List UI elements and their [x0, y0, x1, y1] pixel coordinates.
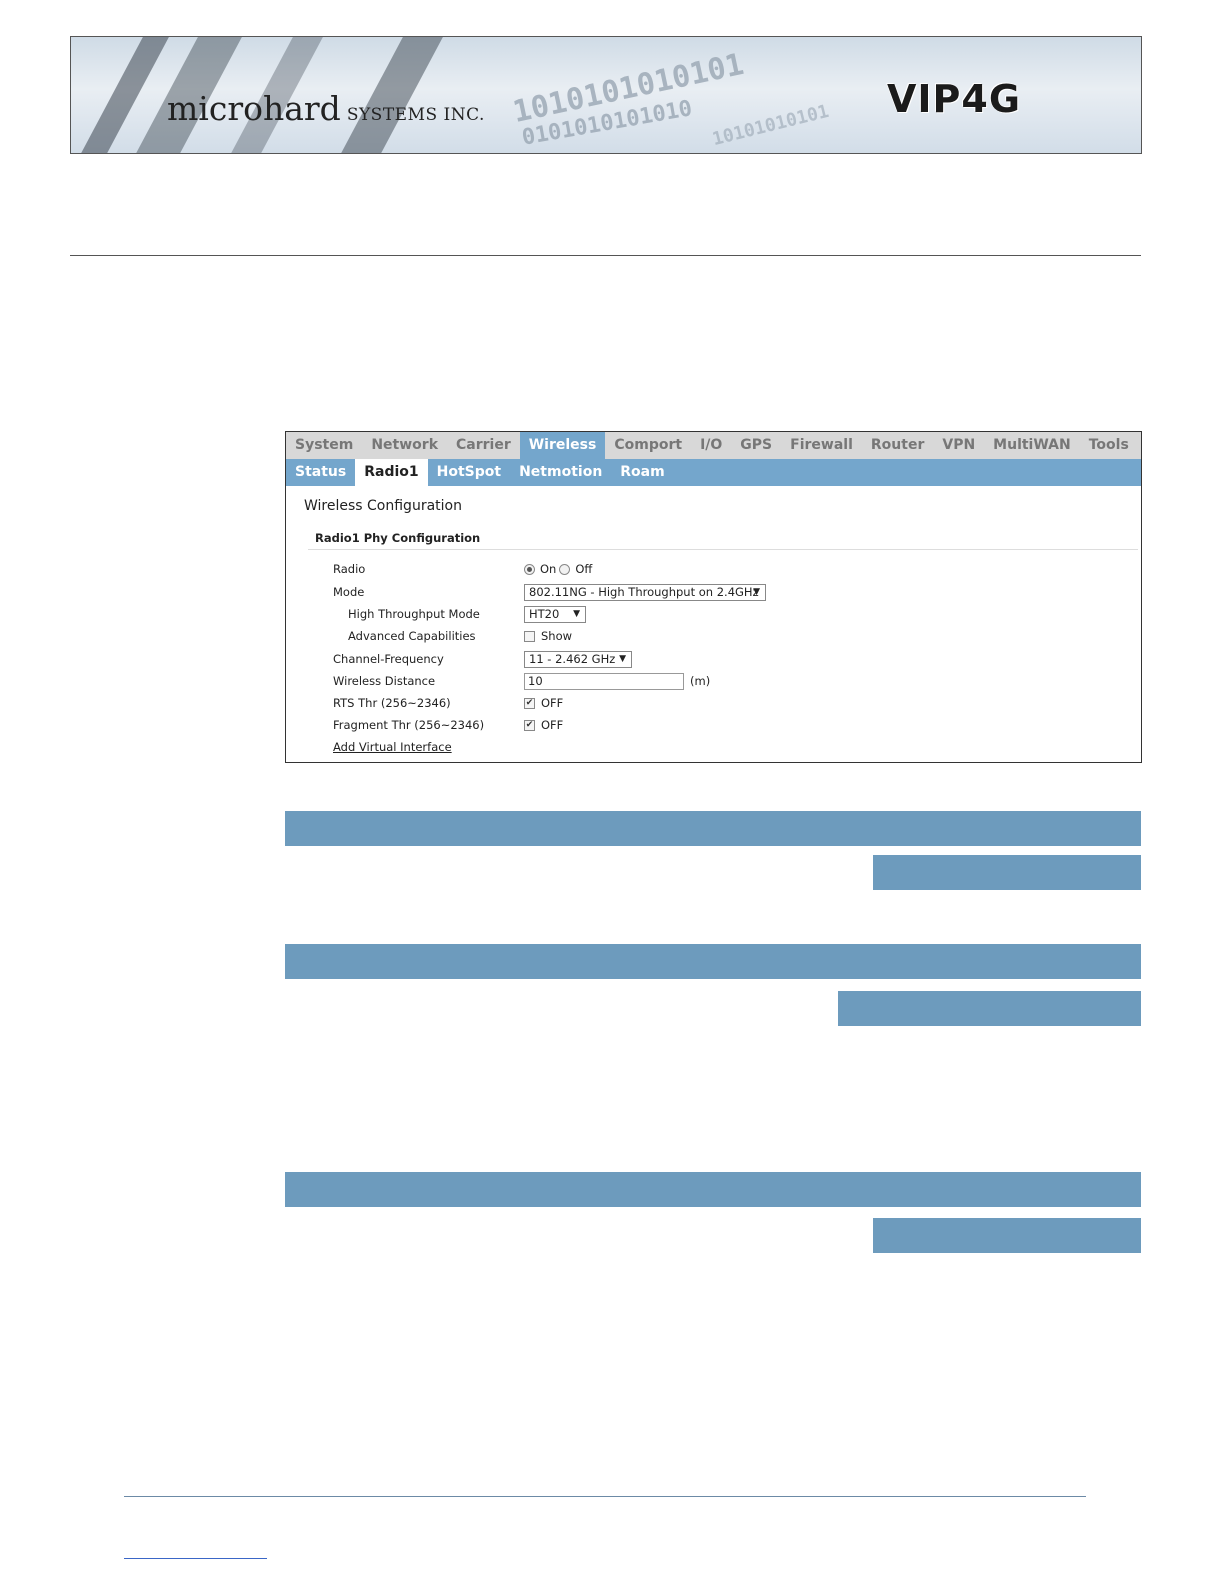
mode-select-value: 802.11NG - High Throughput on 2.4GHz	[529, 584, 759, 599]
distance-input[interactable]: 10	[524, 672, 684, 690]
mode-row: Mode 802.11NG - High Throughput on 2.4GH…	[286, 582, 1141, 602]
radio-off-label: Off	[575, 562, 593, 576]
section-bar	[285, 1172, 1141, 1207]
ht-mode-label: High Throughput Mode	[348, 607, 480, 621]
advanced-capabilities-label: Advanced Capabilities	[348, 629, 476, 643]
channel-label: Channel-Frequency	[333, 652, 444, 666]
ht-mode-select-value: HT20	[529, 606, 560, 621]
tab-vpn[interactable]: VPN	[933, 432, 984, 459]
add-virtual-interface-row: Add Virtual Interface	[286, 737, 1141, 757]
top-navigation: System Network Carrier Wireless Comport I/O GP…	[286, 432, 1141, 459]
channel-select[interactable]: 11 - 2.462 GHz ▼	[524, 650, 632, 668]
footer-divider	[124, 1496, 1086, 1497]
section-title: Wireless Configuration	[304, 498, 462, 514]
tab-firewall[interactable]: Firewall	[781, 432, 862, 459]
chevron-down-icon: ▼	[573, 608, 580, 619]
radio-off-button[interactable]	[559, 563, 571, 575]
chevron-down-icon: ▼	[619, 653, 626, 664]
web-ui-screenshot: System Network Carrier Wireless Comport I/O GP…	[285, 431, 1142, 763]
product-name: VIP4G	[887, 77, 1022, 121]
distance-row: Wireless Distance 10 (m)	[286, 671, 1141, 691]
banner-binary: 10101010101	[710, 100, 831, 151]
subtab-roam[interactable]: Roam	[611, 459, 673, 486]
subtab-radio1[interactable]: Radio1	[355, 459, 428, 486]
rts-off-label: OFF	[541, 696, 564, 710]
tab-comport[interactable]: Comport	[605, 432, 691, 459]
tab-system[interactable]: System	[286, 432, 362, 459]
section-bar	[285, 811, 1141, 846]
mode-select[interactable]: 802.11NG - High Throughput on 2.4GHz ▼	[524, 583, 766, 601]
mode-label: Mode	[333, 585, 365, 599]
ht-mode-row: High Throughput Mode HT20 ▼	[286, 604, 1141, 624]
subtab-netmotion[interactable]: Netmotion	[510, 459, 611, 486]
tab-wireless[interactable]: Wireless	[519, 432, 606, 459]
tab-multiwan[interactable]: MultiWAN	[984, 432, 1080, 459]
rts-row: RTS Thr (256~2346) ✔ OFF	[286, 693, 1141, 713]
header-divider	[70, 255, 1141, 256]
radio-on-label: On	[540, 562, 557, 576]
sub-navigation: Status Radio1 HotSpot Netmotion Roam	[286, 459, 1141, 486]
tab-router[interactable]: Router	[862, 432, 933, 459]
tab-network[interactable]: Network	[362, 432, 447, 459]
chevron-down-icon: ▼	[753, 586, 760, 597]
fragment-off-checkbox[interactable]: ✔	[524, 719, 535, 731]
tab-i-o[interactable]: I/O	[691, 432, 731, 459]
rts-label: RTS Thr (256~2346)	[333, 696, 451, 710]
distance-unit: (m)	[690, 674, 711, 688]
section-bar	[285, 944, 1141, 979]
group-divider	[308, 549, 1138, 550]
add-virtual-interface-link[interactable]: Add Virtual Interface	[333, 740, 452, 754]
fragment-row: Fragment Thr (256~2346) ✔ OFF	[286, 715, 1141, 735]
tab-tools[interactable]: Tools	[1080, 432, 1138, 459]
show-advanced-checkbox[interactable]	[524, 630, 535, 642]
channel-select-value: 11 - 2.462 GHz	[529, 651, 616, 666]
header-banner: 1010101010101 0101010101010 10101010101 …	[70, 36, 1142, 154]
company-logo: microhard SYSTEMS INC.	[167, 89, 485, 128]
fragment-off-label: OFF	[541, 718, 564, 732]
tab-carrier[interactable]: Carrier	[447, 432, 520, 459]
tab-gps[interactable]: GPS	[731, 432, 781, 459]
channel-row: Channel-Frequency 11 - 2.462 GHz ▼	[286, 649, 1141, 669]
section-bar-short	[873, 1218, 1141, 1253]
fragment-label: Fragment Thr (256~2346)	[333, 718, 485, 732]
footer-link-underline	[124, 1558, 267, 1559]
subtab-hotspot[interactable]: HotSpot	[428, 459, 510, 486]
advanced-capabilities-row: Advanced Capabilities Show	[286, 626, 1141, 646]
distance-label: Wireless Distance	[333, 674, 436, 688]
radio-label: Radio	[333, 562, 366, 576]
subtab-status[interactable]: Status	[286, 459, 355, 486]
ht-mode-select[interactable]: HT20 ▼	[524, 605, 586, 623]
radio-on-button[interactable]	[524, 563, 535, 575]
show-advanced-label: Show	[541, 629, 573, 643]
group-title: Radio1 Phy Configuration	[315, 531, 481, 545]
radio-row: Radio On Off	[286, 559, 1141, 579]
section-bar-short	[873, 855, 1141, 890]
brand-suffix: SYSTEMS INC.	[346, 105, 485, 125]
section-bar-short	[838, 991, 1141, 1026]
brand-name: microhard	[167, 89, 341, 128]
rts-off-checkbox[interactable]: ✔	[524, 697, 535, 709]
